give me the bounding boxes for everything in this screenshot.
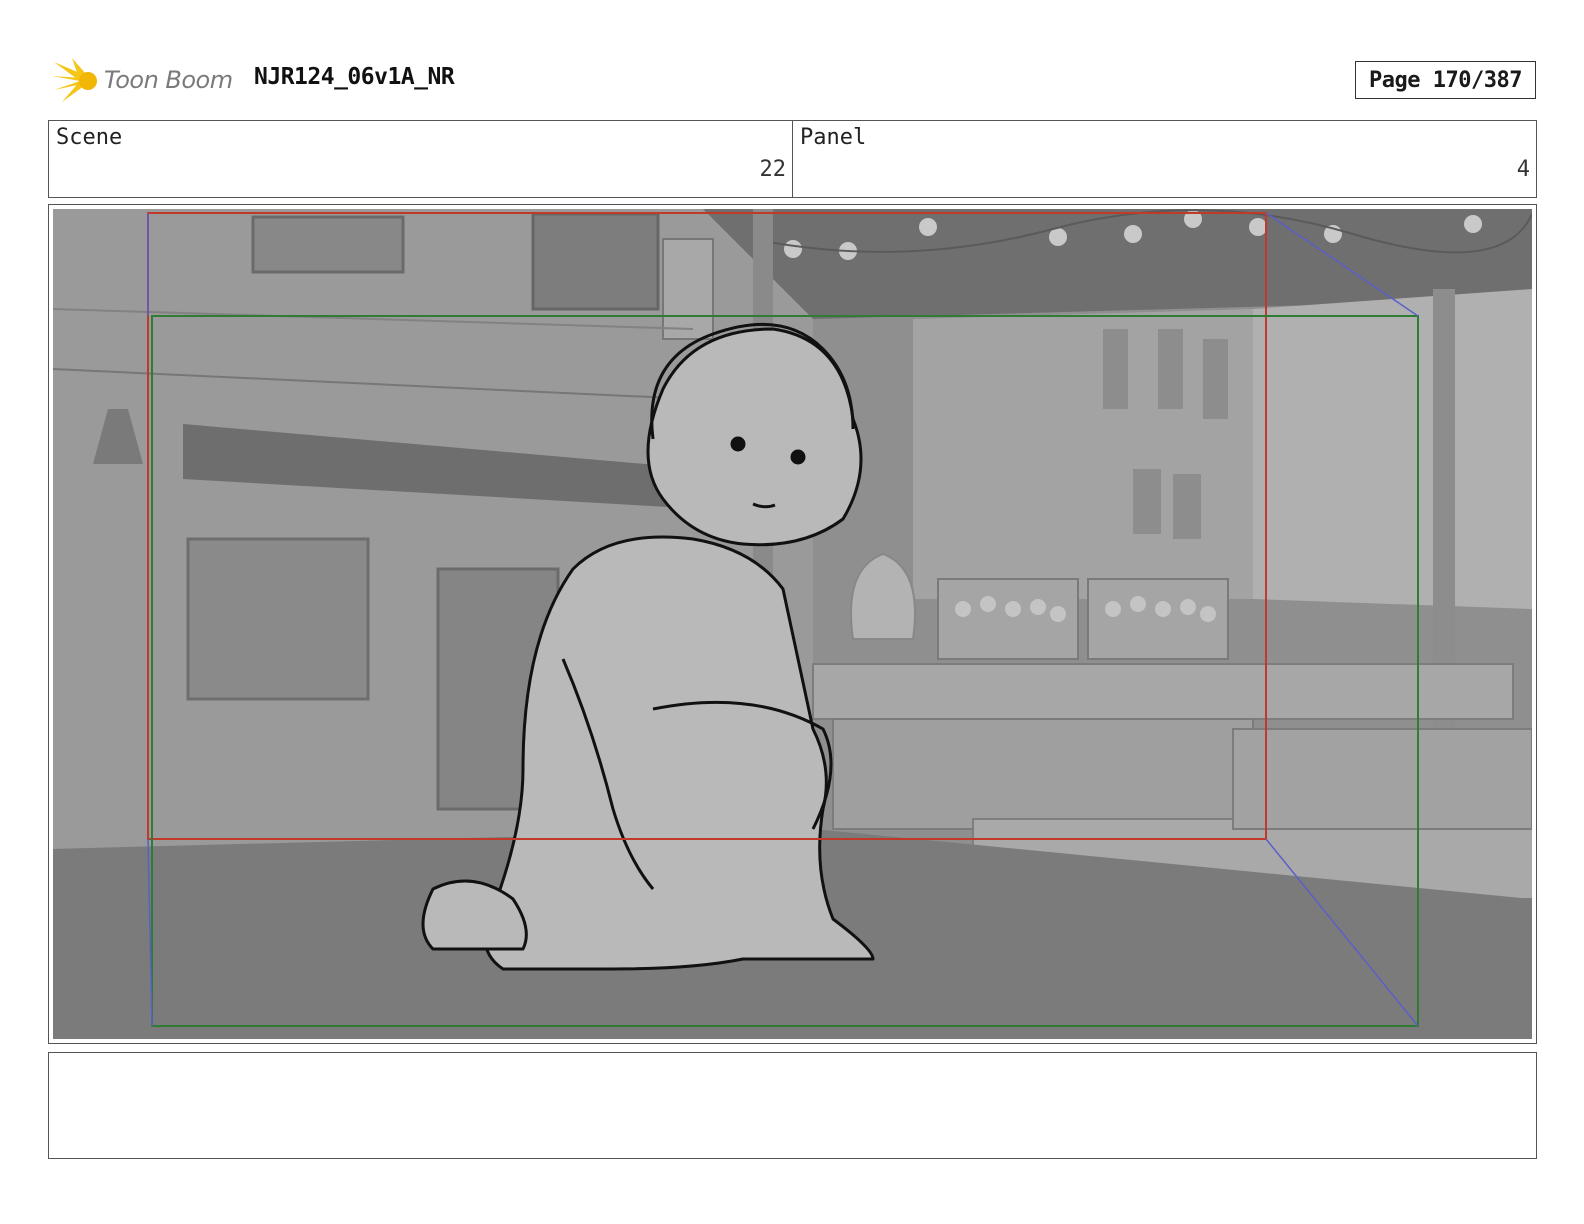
building-window: [1158, 329, 1183, 409]
window: [186, 537, 370, 701]
building-window: [1203, 339, 1228, 419]
project-title: NJR124_06v1A_NR: [254, 64, 455, 90]
storyboard-panel-frame: [48, 204, 1537, 1044]
scene-label: Scene: [56, 125, 123, 150]
panel-label: Panel: [800, 125, 867, 150]
right-building: [1253, 289, 1532, 609]
toon-boom-logo: Toon Boom: [52, 56, 242, 106]
panel-notes-box: [48, 1052, 1537, 1159]
panel-cell: Panel 4: [793, 121, 1536, 197]
building-window: [1173, 474, 1201, 539]
character-eye: [730, 436, 746, 452]
building-window: [1133, 469, 1161, 534]
logo-text: Toon Boom: [104, 66, 233, 94]
panel-number: 4: [1516, 157, 1530, 182]
scene-panel-info: Scene 22 Panel 4: [48, 120, 1537, 198]
sun-burst-icon: [52, 58, 97, 102]
page-indicator: Page 170/387: [1355, 61, 1536, 99]
window-shutter: [662, 238, 714, 340]
building-window: [1103, 329, 1128, 409]
character-eye: [790, 449, 806, 465]
window: [251, 215, 405, 274]
scene-cell: Scene 22: [49, 121, 793, 197]
scene-number: 22: [759, 157, 787, 182]
window: [531, 212, 660, 311]
storyboard-drawing: [53, 209, 1532, 1039]
